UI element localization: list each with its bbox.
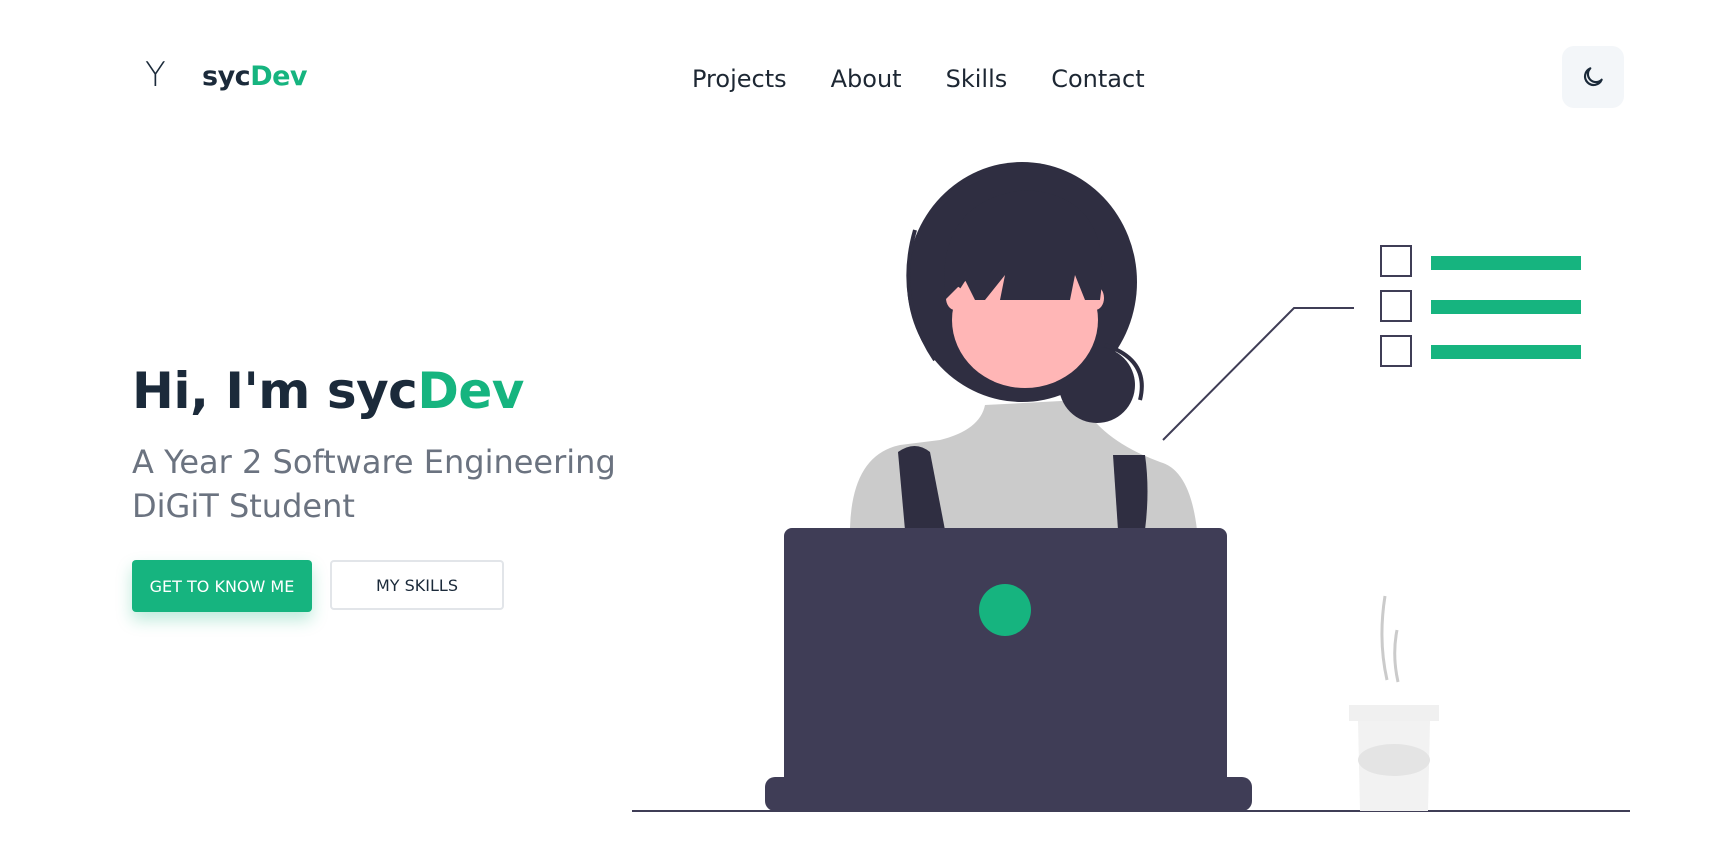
- brand-text-part2: Dev: [250, 61, 308, 92]
- theme-toggle-button[interactable]: [1562, 46, 1624, 108]
- page: Y sycDev Projects About Skills Contact H…: [0, 0, 1722, 863]
- nav-skills[interactable]: Skills: [946, 62, 1008, 96]
- right-strap: [1113, 455, 1148, 530]
- get-to-know-me-button[interactable]: GET TO KNOW ME: [132, 560, 312, 612]
- checkbox-3: [1380, 335, 1412, 367]
- hero-title: Hi, I'm sycDev: [132, 360, 524, 422]
- speech-pointer: [1162, 307, 1354, 441]
- hero-subtitle: A Year 2 Software Engineering DiGiT Stud…: [132, 443, 616, 525]
- site-header: Y sycDev Projects About Skills Contact: [0, 0, 1722, 160]
- cup-lid: [1349, 705, 1439, 721]
- steam-2: [1393, 629, 1400, 683]
- check-line-1: [1431, 256, 1581, 270]
- check-line-2: [1431, 300, 1581, 314]
- nav-projects[interactable]: Projects: [692, 62, 787, 96]
- brand-text-part1: syc: [202, 61, 251, 92]
- laptop-screen: [784, 528, 1227, 790]
- nav-about[interactable]: About: [831, 62, 902, 96]
- checkbox-1: [1380, 245, 1412, 277]
- moon-icon: [1583, 67, 1603, 87]
- hero-greeting: Hi, I'm: [132, 362, 327, 420]
- logo-icon[interactable]: Y: [145, 55, 166, 95]
- hero-name-part2: Dev: [417, 362, 524, 420]
- brand-logo[interactable]: sycDev: [202, 60, 308, 94]
- check-line-3: [1431, 345, 1581, 359]
- cup-sleeve: [1358, 744, 1430, 776]
- my-skills-button[interactable]: MY SKILLS: [330, 560, 504, 610]
- steam-1: [1380, 595, 1389, 681]
- main-nav: Projects About Skills Contact: [692, 62, 1145, 96]
- nav-contact[interactable]: Contact: [1051, 62, 1144, 96]
- laptop-base: [765, 777, 1252, 811]
- checkbox-2: [1380, 290, 1412, 322]
- laptop-logo: [979, 584, 1031, 636]
- hero-name-part1: syc: [326, 362, 418, 420]
